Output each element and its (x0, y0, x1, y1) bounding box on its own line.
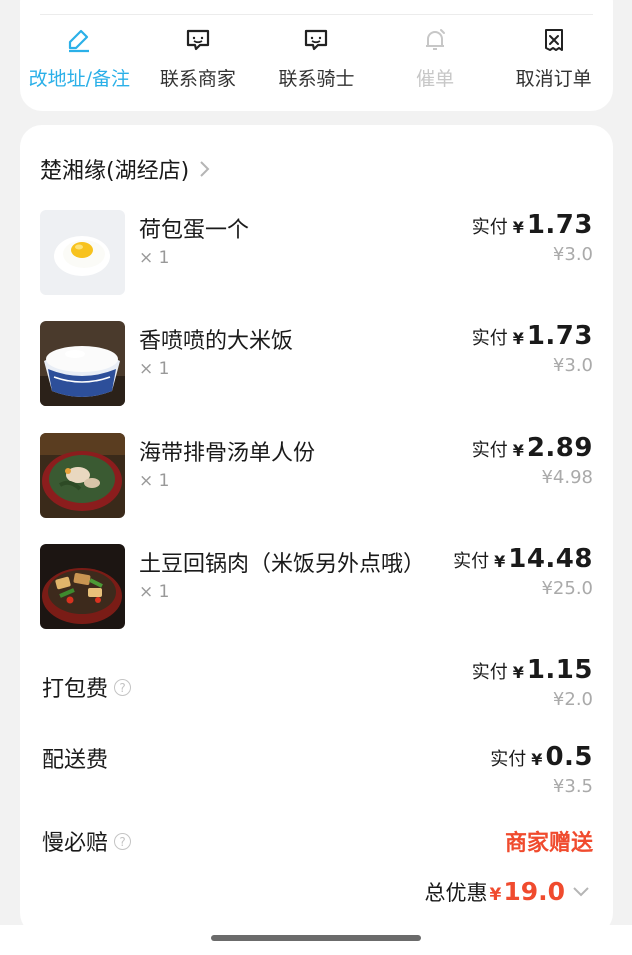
kelp-rib-soup-image (40, 433, 125, 518)
currency: ¥ (512, 663, 524, 682)
paid-label: 实付 (471, 440, 508, 461)
order-item: 香喷喷的大米饭 × 1 实付 ¥ 1.73 ¥3.0 (40, 321, 593, 407)
item-name: 荷包蛋一个 (139, 218, 250, 243)
order-item: 海带排骨汤单人份 × 1 实付 ¥ 2.89 ¥4.98 (40, 433, 593, 519)
paid-label: 实付 (471, 662, 508, 683)
order-item: 荷包蛋一个 × 1 实付 ¥ 1.73 ¥3.0 (40, 210, 593, 296)
original-price: ¥3.0 (552, 244, 593, 265)
original-price: ¥25.0 (541, 578, 593, 599)
paid-label: 实付 (471, 328, 508, 349)
paid-amount: 1.73 (526, 321, 593, 351)
total-discount-label: 总优惠 (424, 881, 488, 905)
packing-fee-price: 实付 ¥ 1.15 ¥2.0 (472, 655, 593, 710)
total-discount-amount: 19.0 (503, 877, 565, 906)
packing-fee-label: 打包费 (42, 677, 109, 702)
delivery-fee-price: 实付 ¥ 0.5 ¥3.5 (490, 742, 593, 797)
paid-label: 实付 (471, 217, 508, 238)
late-compensation-label-group: 慢必赔 ? (42, 825, 132, 857)
urge-order-button[interactable]: 催单 (378, 26, 493, 91)
currency: ¥ (512, 329, 524, 348)
item-qty: × 1 (139, 582, 170, 602)
paid-amount: 2.89 (526, 433, 593, 463)
currency: ¥ (512, 218, 524, 237)
delivery-fee-label: 配送费 (42, 748, 109, 773)
item-qty: × 1 (139, 248, 170, 268)
item-qty: × 1 (139, 359, 170, 379)
item-price: 实付 ¥ 1.73 ¥3.0 (472, 210, 593, 265)
store-name: 楚湘缘(湖经店) (40, 159, 190, 184)
paid-amount: 1.73 (526, 210, 593, 240)
cancel-order-icon (540, 26, 568, 54)
change-address-button[interactable]: 改地址/备注 (22, 26, 137, 91)
order-details-card: 楚湘缘(湖经店) 荷包蛋一个 × 1 实付 ¥ 1.73 ¥3.0 香喷喷的大米… (20, 125, 613, 935)
contact-rider-button[interactable]: 联系骑士 (259, 26, 374, 91)
late-compensation-label: 慢必赔 (42, 831, 109, 856)
urge-order-label: 催单 (416, 68, 455, 90)
contact-merchant-button[interactable]: 联系商家 (140, 26, 255, 91)
item-price: 实付 ¥ 1.73 ¥3.0 (472, 321, 593, 376)
item-name: 香喷喷的大米饭 (139, 329, 294, 354)
bell-icon (421, 26, 449, 54)
chat-icon (302, 26, 330, 54)
currency: ¥ (531, 750, 543, 769)
cancel-order-label: 取消订单 (515, 68, 592, 90)
fried-egg-image (40, 210, 125, 295)
home-indicator[interactable] (211, 935, 421, 941)
help-icon[interactable]: ? (114, 678, 132, 696)
order-item: 土豆回锅肉（米饭另外点哦） × 1 实付 ¥ 14.48 ¥25.0 (40, 544, 593, 630)
currency: ¥ (494, 552, 506, 571)
paid-amount: 14.48 (508, 544, 593, 574)
cancel-order-button[interactable]: 取消订单 (496, 26, 611, 91)
item-name: 海带排骨汤单人份 (139, 441, 316, 466)
help-icon[interactable]: ? (114, 832, 132, 850)
chat-icon (184, 26, 212, 54)
order-actions-card: 改地址/备注 联系商家 联系骑士 催单 取消订单 (20, 0, 613, 111)
contact-rider-label: 联系骑士 (278, 68, 355, 90)
chevron-right-icon (200, 161, 210, 177)
rice-bowl-image (40, 321, 125, 406)
paid-amount: 0.5 (545, 742, 593, 772)
paid-label: 实付 (490, 749, 527, 770)
chevron-down-icon (573, 887, 589, 897)
divider (40, 14, 593, 15)
contact-merchant-label: 联系商家 (159, 68, 236, 90)
item-price: 实付 ¥ 2.89 ¥4.98 (472, 433, 593, 488)
paid-amount: 1.15 (526, 655, 593, 685)
edit-icon (65, 26, 93, 54)
currency: ¥ (512, 441, 524, 460)
paid-label: 实付 (453, 551, 490, 572)
original-price: ¥2.0 (552, 689, 593, 710)
total-discount[interactable]: 总优惠 ¥ 19.0 (424, 877, 591, 907)
order-actions: 改地址/备注 联系商家 联系骑士 催单 取消订单 (20, 26, 613, 91)
bottom-bar (0, 925, 632, 955)
merchant-gift-badge: 商家赠送 (504, 831, 593, 856)
original-price: ¥3.0 (552, 355, 593, 376)
change-address-label: 改地址/备注 (28, 68, 130, 90)
item-qty: × 1 (139, 471, 170, 491)
original-price: ¥3.5 (552, 776, 593, 797)
original-price: ¥4.98 (541, 467, 593, 488)
currency: ¥ (489, 885, 502, 905)
twice-cooked-pork-image (40, 544, 125, 629)
item-name: 土豆回锅肉（米饭另外点哦） (139, 552, 426, 577)
store-link[interactable]: 楚湘缘(湖经店) (40, 153, 211, 185)
packing-fee-label-group: 打包费 ? (42, 671, 132, 703)
item-price: 实付 ¥ 14.48 ¥25.0 (453, 544, 593, 599)
